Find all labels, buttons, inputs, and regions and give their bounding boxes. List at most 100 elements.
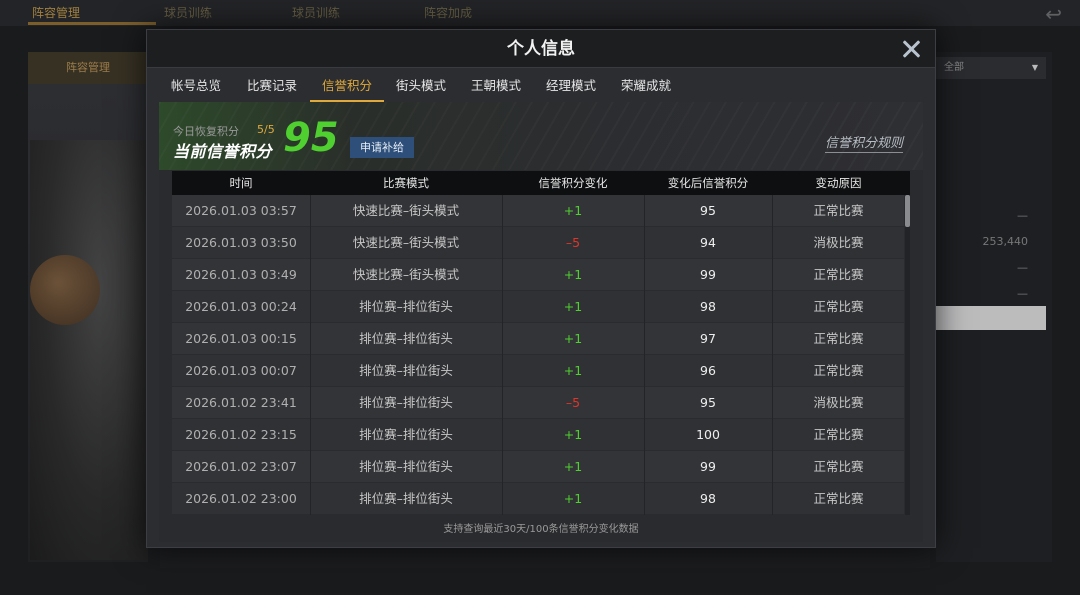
cell-mode: 排位赛–排位街头 xyxy=(359,459,453,474)
tab-label: 街头模式 xyxy=(395,78,446,93)
cell-reason: 正常比赛 xyxy=(813,203,864,218)
modal-header: 个人信息 xyxy=(147,30,935,68)
today-recovered-value: 5/5 xyxy=(257,123,275,136)
column-divider xyxy=(502,195,503,515)
cell-reason: 正常比赛 xyxy=(813,299,864,314)
table-scrollbar-thumb[interactable] xyxy=(905,195,910,227)
cell-mode: 排位赛–排位街头 xyxy=(359,299,453,314)
bg-value: 253,440 xyxy=(982,235,1029,248)
current-credit-label: 当前信誉积分 xyxy=(173,142,273,161)
table-row: 2026.01.03 03:57 快速比赛–街头模式 +1 95 正常比赛 xyxy=(172,195,904,227)
bg-tab-training-2: 球员训练 xyxy=(292,6,341,20)
cell-after: 98 xyxy=(700,299,716,314)
background-filter-select: 全部 xyxy=(936,57,1046,79)
header-mode: 比赛模式 xyxy=(383,176,429,190)
apply-supply-button[interactable]: 申请补给 xyxy=(350,137,414,158)
table-row: 2026.01.03 03:49 快速比赛–街头模式 +1 99 正常比赛 xyxy=(172,259,904,291)
tab-label: 王朝模式 xyxy=(470,78,521,93)
cell-reason: 消极比赛 xyxy=(813,395,864,410)
tab-honor-achievements[interactable]: 荣耀成就 xyxy=(615,70,677,102)
bg-value: — xyxy=(1017,261,1028,274)
background-top-bar: 阵容管理 球员训练 球员训练 阵容加成 ↩ xyxy=(0,0,1080,26)
cell-time: 2026.01.02 23:00 xyxy=(185,491,297,506)
cell-time: 2026.01.03 00:15 xyxy=(185,331,297,346)
cell-reason: 正常比赛 xyxy=(813,491,864,506)
cell-mode: 排位赛–排位街头 xyxy=(359,491,453,506)
cell-change: +1 xyxy=(563,267,583,282)
cell-after: 98 xyxy=(700,491,716,506)
cell-after: 100 xyxy=(696,427,720,442)
cell-after: 96 xyxy=(700,363,716,378)
tab-label: 经理模式 xyxy=(545,78,596,93)
background-left-title: 阵容管理 xyxy=(28,52,148,84)
tab-credit-score[interactable]: 信誉积分 xyxy=(310,70,384,102)
cell-reason: 正常比赛 xyxy=(813,331,864,346)
cell-change: +1 xyxy=(563,363,583,378)
credit-history-table: 时间 比赛模式 信誉积分变化 变化后信誉积分 变动原因 2026.01.03 0… xyxy=(172,171,910,515)
column-divider xyxy=(310,195,311,515)
bg-tab-bonus: 阵容加成 xyxy=(424,6,473,20)
tab-match-records[interactable]: 比赛记录 xyxy=(241,70,303,102)
table-body: 2026.01.03 03:57 快速比赛–街头模式 +1 95 正常比赛 2026.01… xyxy=(172,195,910,515)
cell-time: 2026.01.03 03:50 xyxy=(185,235,297,250)
bg-tab-training: 球员训练 xyxy=(164,6,213,20)
table-row: 2026.01.03 03:50 快速比赛–街头模式 –5 94 消极比赛 xyxy=(172,227,904,259)
credit-rules-link[interactable]: 信誉积分规则 xyxy=(824,132,903,153)
cell-after: 95 xyxy=(700,395,716,410)
table-row: 2026.01.02 23:41 排位赛–排位街头 –5 95 消极比赛 xyxy=(172,387,904,419)
modal-tabs: 帐号总览 比赛记录 信誉积分 街头模式 王朝模式 经理模式 荣耀成就 xyxy=(147,70,935,102)
table-scrollbar[interactable] xyxy=(905,195,910,515)
cell-change: +1 xyxy=(563,491,583,506)
tab-manager-mode[interactable]: 经理模式 xyxy=(540,70,602,102)
tab-label: 信誉积分 xyxy=(321,78,372,93)
bg-value: — xyxy=(1017,287,1028,300)
modal-title: 个人信息 xyxy=(507,39,575,59)
banner-pattern xyxy=(159,102,923,170)
table-header: 时间 比赛模式 信誉积分变化 变化后信誉积分 变动原因 xyxy=(172,171,910,195)
credit-score-content: 今日恢复积分 5/5 当前信誉积分 95 申请补给 信誉积分规则 时间 比赛模式… xyxy=(159,102,923,542)
cell-reason: 正常比赛 xyxy=(813,363,864,378)
cell-after: 99 xyxy=(700,459,716,474)
cell-change: +1 xyxy=(563,459,583,474)
tab-street-mode[interactable]: 街头模式 xyxy=(390,70,452,102)
cell-mode: 排位赛–排位街头 xyxy=(359,363,453,378)
cell-reason: 正常比赛 xyxy=(813,267,864,282)
cell-time: 2026.01.03 03:49 xyxy=(185,267,297,282)
cell-time: 2026.01.03 00:24 xyxy=(185,299,297,314)
table-row: 2026.01.02 23:07 排位赛–排位街头 +1 99 正常比赛 xyxy=(172,451,904,483)
table-row: 2026.01.03 00:07 排位赛–排位街头 +1 96 正常比赛 xyxy=(172,355,904,387)
header-after: 变化后信誉积分 xyxy=(667,176,749,190)
cell-time: 2026.01.02 23:07 xyxy=(185,459,297,474)
cell-change: –5 xyxy=(565,395,581,410)
close-icon[interactable] xyxy=(901,39,921,59)
cell-mode: 快速比赛–街头模式 xyxy=(352,203,460,218)
tab-label: 帐号总览 xyxy=(170,78,221,93)
cell-reason: 正常比赛 xyxy=(813,427,864,442)
table-row: 2026.01.03 00:15 排位赛–排位街头 +1 97 正常比赛 xyxy=(172,323,904,355)
tab-dynasty-mode[interactable]: 王朝模式 xyxy=(465,70,527,102)
column-divider xyxy=(772,195,773,515)
cell-mode: 快速比赛–街头模式 xyxy=(352,235,460,250)
background-bottom-bar xyxy=(160,548,930,568)
cell-change: +1 xyxy=(563,331,583,346)
header-change: 信誉积分变化 xyxy=(538,176,608,190)
bg-value: — xyxy=(1017,209,1028,222)
cell-change: –5 xyxy=(565,235,581,250)
back-arrow-icon: ↩ xyxy=(1045,2,1062,26)
cell-change: +1 xyxy=(563,203,583,218)
header-time: 时间 xyxy=(229,176,253,190)
cell-mode: 快速比赛–街头模式 xyxy=(352,267,460,282)
cell-reason: 消极比赛 xyxy=(813,235,864,250)
tab-label: 比赛记录 xyxy=(246,78,297,93)
tab-label: 荣耀成就 xyxy=(620,78,671,93)
tab-account-overview[interactable]: 帐号总览 xyxy=(165,70,227,102)
cell-time: 2026.01.02 23:15 xyxy=(185,427,297,442)
header-reason: 变动原因 xyxy=(815,176,862,190)
background-basketball xyxy=(30,255,100,325)
column-divider xyxy=(644,195,645,515)
cell-after: 94 xyxy=(700,235,716,250)
cell-after: 99 xyxy=(700,267,716,282)
cell-time: 2026.01.02 23:41 xyxy=(185,395,297,410)
cell-after: 97 xyxy=(700,331,716,346)
current-credit-score: 95 xyxy=(283,115,339,161)
